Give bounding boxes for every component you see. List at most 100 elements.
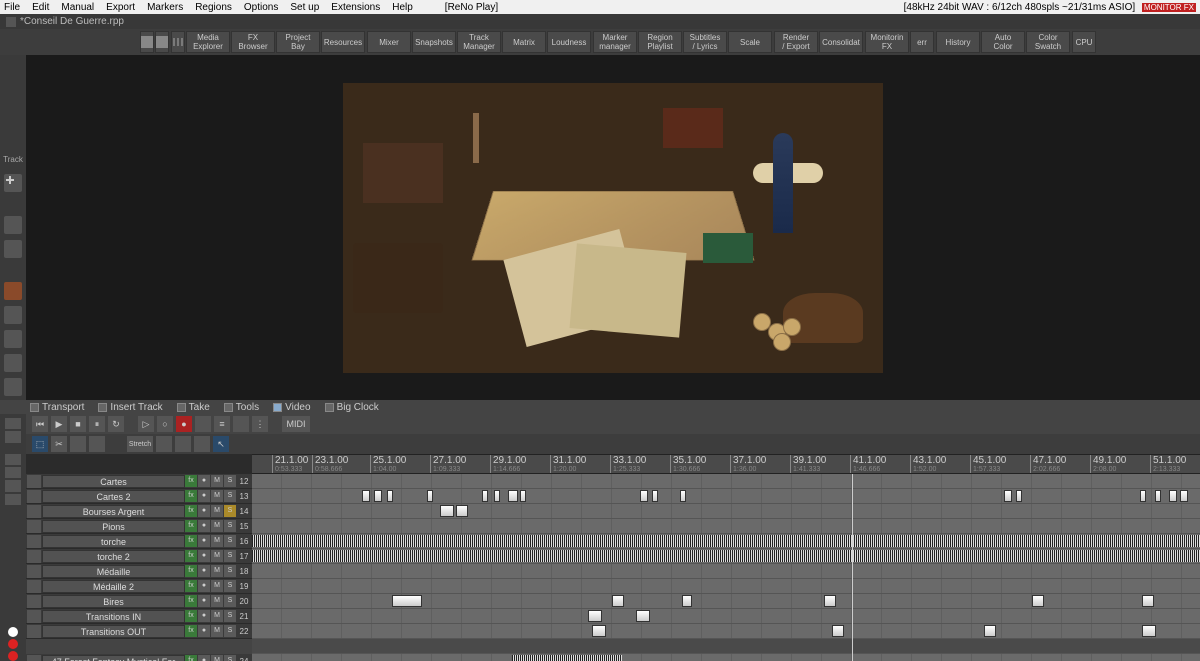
track-env-button[interactable]: ●: [198, 550, 210, 562]
playhead[interactable]: [852, 474, 853, 661]
track-header[interactable]: Bourses Argentfx●MS14: [26, 504, 252, 519]
track-name[interactable]: Transitions IN: [42, 610, 185, 623]
audio-clip[interactable]: [374, 490, 382, 502]
stretch-button[interactable]: Stretch: [127, 436, 153, 452]
track-solo-button[interactable]: S: [224, 655, 236, 661]
auto-color-button[interactable]: Auto Color: [981, 31, 1025, 53]
rewind-button[interactable]: ⏮: [32, 416, 48, 432]
audio-clip[interactable]: [832, 625, 844, 637]
audio-clip[interactable]: [512, 655, 622, 661]
track-env-button[interactable]: ●: [198, 565, 210, 577]
audio-clip[interactable]: [682, 595, 692, 607]
audio-clip[interactable]: [680, 490, 686, 502]
cpu-button[interactable]: CPU: [1072, 31, 1096, 53]
midi-button[interactable]: MIDI: [282, 416, 310, 432]
audio-clip[interactable]: [1016, 490, 1022, 502]
monitoring-fx-button[interactable]: Monitorin FX: [865, 31, 909, 53]
track-solo-button[interactable]: S: [224, 565, 236, 577]
track-env-button[interactable]: ●: [198, 475, 210, 487]
menu-setup[interactable]: Set up: [290, 2, 319, 13]
panel-big-clock[interactable]: Big Clock: [325, 402, 379, 413]
track-mute-button[interactable]: M: [211, 550, 223, 562]
audio-clip[interactable]: [427, 490, 433, 502]
track-mute-button[interactable]: M: [211, 655, 223, 661]
audio-clip[interactable]: [984, 625, 996, 637]
panel-take[interactable]: Take: [177, 402, 210, 413]
track-solo-button[interactable]: S: [224, 595, 236, 607]
tl-tool-3[interactable]: [5, 454, 21, 465]
track-header[interactable]: Pionsfx●MS15: [26, 519, 252, 534]
audio-clip[interactable]: [1142, 595, 1154, 607]
track-env-button[interactable]: ●: [198, 625, 210, 637]
sidebar-tool-4[interactable]: [4, 378, 22, 396]
menu-markers[interactable]: Markers: [147, 2, 183, 13]
edit-tool-3[interactable]: [70, 436, 86, 452]
track-solo-button[interactable]: S: [224, 580, 236, 592]
track-header[interactable]: Biresfx●MS20: [26, 594, 252, 609]
track-fx-button[interactable]: fx: [185, 595, 197, 607]
track-fx-button[interactable]: fx: [185, 535, 197, 547]
track-solo-button[interactable]: S: [224, 610, 236, 622]
track-name[interactable]: torche 2: [42, 550, 185, 563]
track-header[interactable]: Transitions INfx●MS21: [26, 609, 252, 624]
track-fx-button[interactable]: fx: [185, 655, 197, 661]
render-button[interactable]: Render / Export: [774, 31, 818, 53]
menu-edit[interactable]: Edit: [32, 2, 49, 13]
edit-tool-7[interactable]: [194, 436, 210, 452]
track-color-icon[interactable]: [27, 565, 41, 578]
track-solo-button[interactable]: S: [224, 520, 236, 532]
audio-clip[interactable]: [824, 595, 836, 607]
audio-clip[interactable]: [640, 490, 648, 502]
record-button[interactable]: ●: [176, 416, 192, 432]
track-env-button[interactable]: ●: [198, 490, 210, 502]
edit-tool-4[interactable]: [89, 436, 105, 452]
mixer-button[interactable]: Mixer: [367, 31, 411, 53]
wrench-icon[interactable]: [4, 216, 22, 234]
menu-manual[interactable]: Manual: [61, 2, 94, 13]
subtitles-button[interactable]: Subtitles / Lyrics: [683, 31, 727, 53]
metronome-button[interactable]: [195, 416, 211, 432]
audio-clip[interactable]: [1004, 490, 1012, 502]
timeline-ruler[interactable]: 21.1.000:53.33323.1.000:58.66625.1.001:0…: [252, 454, 1200, 474]
track-fx-button[interactable]: fx: [185, 550, 197, 562]
audio-clip[interactable]: [494, 490, 500, 502]
audio-clip[interactable]: [456, 505, 468, 517]
audio-clip[interactable]: [520, 490, 526, 502]
tl-tool-4[interactable]: [5, 467, 21, 478]
panel-transport[interactable]: Transport: [30, 402, 84, 413]
track-name[interactable]: Pions: [42, 520, 185, 533]
track-solo-button[interactable]: S: [224, 535, 236, 547]
track-color-icon[interactable]: [27, 610, 41, 623]
track-env-button[interactable]: ●: [198, 655, 210, 661]
track-solo-button[interactable]: S: [224, 475, 236, 487]
close-icon[interactable]: [6, 17, 16, 27]
track-name[interactable]: 47 Forest,Fantasy Mystical For: [42, 655, 185, 661]
track-name[interactable]: Médaille: [42, 565, 185, 578]
audio-clip[interactable]: [440, 505, 454, 517]
audio-clip[interactable]: [508, 490, 518, 502]
rec-toggle-1[interactable]: ▷: [138, 416, 154, 432]
audio-clip[interactable]: [1169, 490, 1177, 502]
track-name[interactable]: Médaille 2: [42, 580, 185, 593]
rec-toggle-2[interactable]: ○: [157, 416, 173, 432]
track-name[interactable]: Bourses Argent: [42, 505, 185, 518]
audio-clip[interactable]: [1180, 490, 1188, 502]
track-color-icon[interactable]: [27, 595, 41, 608]
audio-clip[interactable]: [652, 490, 658, 502]
track-solo-button[interactable]: S: [224, 550, 236, 562]
play-button[interactable]: ▶: [51, 416, 67, 432]
track-lane[interactable]: [252, 654, 1200, 661]
track-color-icon[interactable]: [27, 490, 41, 503]
track-env-button[interactable]: ●: [198, 505, 210, 517]
track-name[interactable]: torche: [42, 535, 185, 548]
track-color-icon[interactable]: [27, 655, 41, 661]
fx-browser-button[interactable]: FX Browser: [231, 31, 275, 53]
track-header[interactable]: 47 Forest,Fantasy Mystical Forfx●MS24: [26, 654, 252, 661]
track-solo-button[interactable]: S: [224, 505, 236, 517]
track-solo-button[interactable]: S: [224, 625, 236, 637]
matrix-button[interactable]: Matrix: [502, 31, 546, 53]
sidebar-tool-3[interactable]: [4, 354, 22, 372]
tl-tool-6[interactable]: [5, 494, 21, 505]
track-fx-button[interactable]: fx: [185, 565, 197, 577]
track-color-icon[interactable]: [27, 550, 41, 563]
